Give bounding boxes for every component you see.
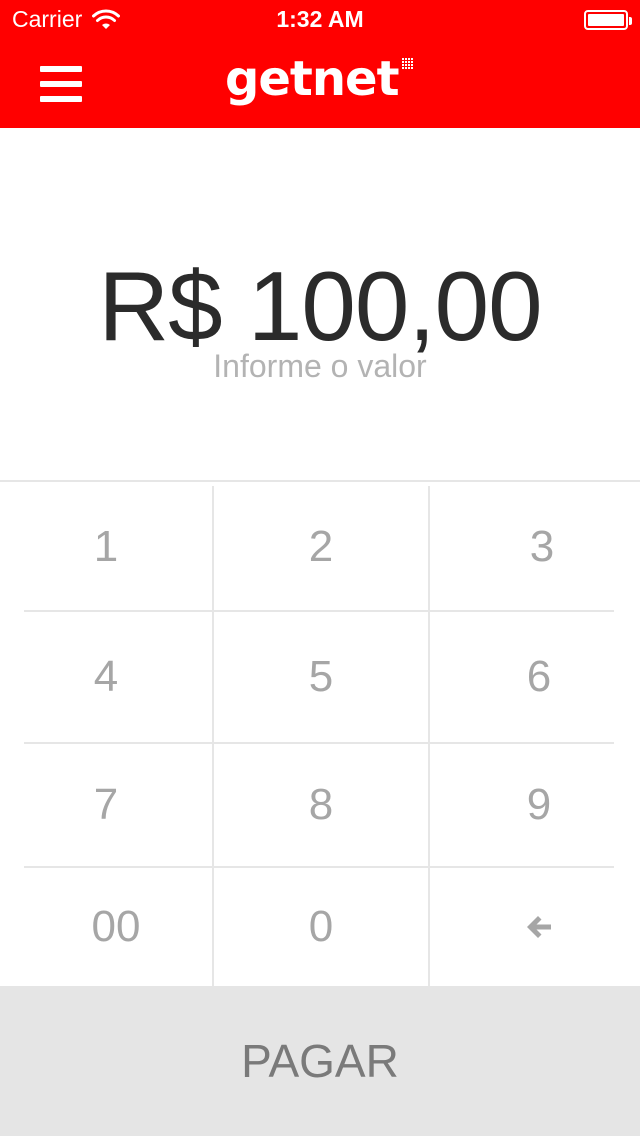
pay-button[interactable]: PAGAR [0,986,640,1136]
key-2[interactable]: 2 [214,484,428,610]
getnet-logo: getnet [225,50,414,112]
key-0[interactable]: 0 [214,868,428,986]
clock: 1:32 AM [276,6,364,32]
amount-display: R$ 100,00 Informe o valor [0,128,640,480]
key-9[interactable]: 9 [430,744,640,866]
key-4[interactable]: 4 [0,612,212,742]
numeric-keypad: 1 2 3 4 5 6 7 8 9 00 0 [0,480,640,986]
key-double-zero[interactable]: 00 [0,868,232,986]
logo-text: getnet [225,51,400,107]
amount-value: R$ 100,00 [98,251,542,361]
key-3[interactable]: 3 [430,484,640,610]
key-5[interactable]: 5 [214,612,428,742]
amount-hint: Informe o valor [213,348,427,384]
app-header: Carrier 1:32 AM getnet [0,0,640,128]
key-8[interactable]: 8 [214,744,428,866]
arrow-left-icon [527,916,551,938]
backspace-button[interactable] [430,868,640,986]
key-1[interactable]: 1 [0,484,212,610]
battery-icon [584,10,632,30]
logo-dots-icon [401,58,413,69]
key-6[interactable]: 6 [430,612,640,742]
status-bar: Carrier 1:32 AM [0,0,640,40]
menu-icon[interactable] [40,66,82,102]
key-7[interactable]: 7 [0,744,212,866]
